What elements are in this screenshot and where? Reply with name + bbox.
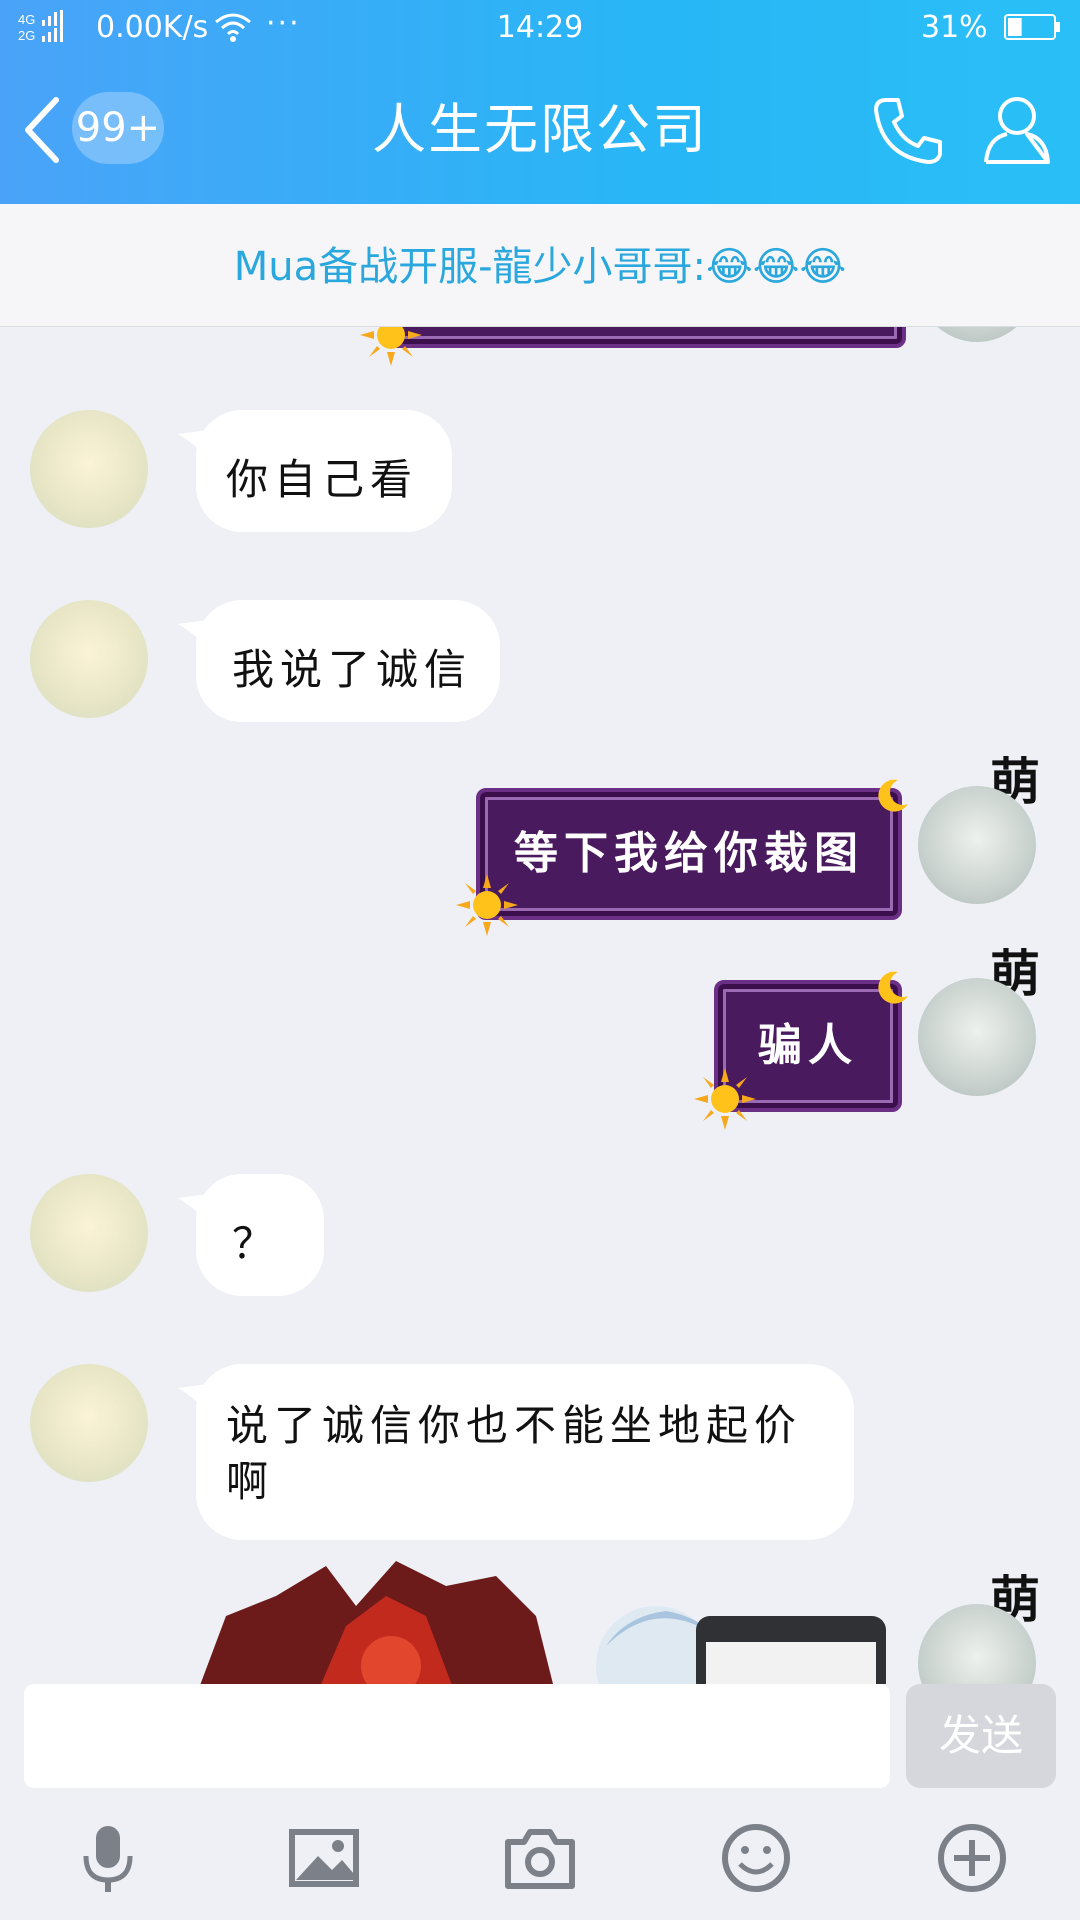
message-bubble[interactable]: 你自己看 (178, 410, 452, 532)
avatar[interactable] (918, 978, 1036, 1096)
avatar[interactable] (918, 786, 1036, 904)
camera-icon[interactable] (504, 1822, 576, 1894)
pinned-message-text: Mua备战开服-龍少小哥哥:😂😂😂 (233, 244, 847, 290)
unread-badge[interactable]: 99+ (72, 92, 164, 164)
bubble-tail (178, 620, 208, 650)
profile-icon[interactable] (982, 94, 1052, 166)
sun-icon (694, 1068, 756, 1130)
message-bubble[interactable]: ？ (178, 1174, 324, 1296)
message-input[interactable] (24, 1684, 890, 1788)
status-bar: 4G 2G 0.00K/s ··· 14:29 31% (0, 0, 1080, 58)
send-button[interactable]: 发送 (906, 1684, 1056, 1788)
bubble-tail (178, 1194, 208, 1224)
moon-icon (878, 971, 908, 1004)
phone-icon[interactable] (872, 94, 944, 166)
message-text: 说了诚信你也不能坐地起价啊 (226, 1401, 803, 1506)
pinned-message-bar[interactable]: Mua备战开服-龍少小哥哥:😂😂😂 (0, 204, 1080, 327)
message-text: 你自己看 (226, 455, 419, 504)
emoji-icon[interactable] (720, 1822, 792, 1894)
message-bubble[interactable]: 我说了诚信 (178, 600, 500, 722)
moon-icon (878, 779, 908, 812)
game-character-image (200, 1561, 886, 1684)
header: 4G 2G 0.00K/s ··· 14:29 31% 99+ 人生无限公司 (0, 0, 1080, 204)
message-bubble[interactable]: 说了诚信你也不能坐地起价啊 (178, 1364, 854, 1540)
message-text: 等下我给你裁图 (514, 828, 864, 879)
avatar[interactable] (30, 1364, 148, 1482)
message-text: 骗人 (758, 1020, 858, 1071)
message-text: ？ (232, 1219, 281, 1268)
bubble-tail (178, 430, 208, 460)
image-icon[interactable] (288, 1822, 360, 1894)
message-bubble[interactable]: 等下我给你裁图 (476, 788, 902, 920)
sun-icon (456, 874, 518, 936)
back-arrow-icon[interactable] (22, 96, 62, 164)
battery-icon (1004, 14, 1060, 40)
image-message[interactable] (196, 1556, 886, 1684)
avatar[interactable] (30, 1174, 148, 1292)
clock: 14:29 (496, 10, 584, 45)
battery-percent: 31% (921, 10, 988, 45)
bubble-tail (178, 1384, 208, 1414)
microphone-icon[interactable] (72, 1822, 144, 1894)
chat-title[interactable]: 人生无限公司 (200, 96, 880, 164)
avatar[interactable] (30, 600, 148, 718)
chat-area[interactable]: Mua备战开服-龍少小哥哥:😂😂😂 你自己看 我说了诚信 萌 等下我给你裁图 萌… (0, 204, 1080, 1684)
message-text: 我说了诚信 (232, 645, 473, 694)
input-area: 发送 (0, 1684, 1080, 1920)
plus-icon[interactable] (936, 1822, 1008, 1894)
avatar[interactable] (30, 410, 148, 528)
